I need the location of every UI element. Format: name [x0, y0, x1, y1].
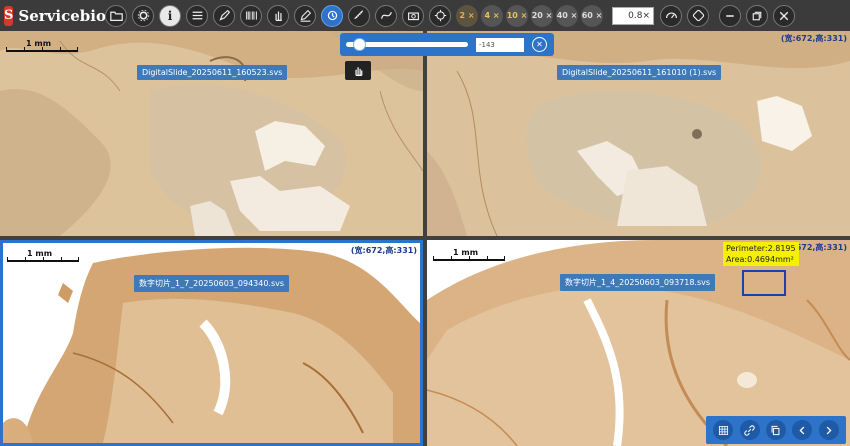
zoom-input[interactable]: 0.8× [612, 6, 654, 25]
curve-icon [380, 11, 392, 19]
slider-handle[interactable] [353, 38, 366, 51]
fit-view-button[interactable] [429, 4, 451, 27]
viewport-dimensions: (宽:672,高:331) [350, 246, 417, 255]
slide-viewport-3[interactable]: 1 mm (宽:672,高:331) 数字切片_1_7_20250603_094… [0, 240, 423, 446]
restore-icon [752, 11, 762, 20]
rotate-icon [327, 10, 337, 21]
mag-10x-button[interactable]: 10 × [506, 4, 528, 27]
measurement-readout: Perimeter:2.8195 Area:0.4694mm² [723, 242, 799, 266]
slide-viewport-2[interactable]: (宽:672,高:331) DigitalSlide_20250611_1610… [427, 31, 850, 236]
gear-icon [137, 9, 149, 22]
toolbar: S Servicebio i 2 × 4 × 10 × 20 × 40 × 60… [0, 0, 850, 31]
copy-button[interactable] [765, 420, 786, 440]
mag-40x-button[interactable]: 40 × [556, 4, 578, 27]
slide-viewer-app: S Servicebio i 2 × 4 × 10 × 20 × 40 × 60… [0, 0, 850, 446]
copy-icon [772, 425, 780, 435]
ruler-icon [353, 10, 363, 20]
app-title: Servicebio [18, 6, 105, 25]
close-icon: ✕ [536, 40, 543, 49]
restore-button[interactable] [746, 4, 768, 27]
sync-button[interactable] [660, 4, 682, 27]
logo: S Servicebio [0, 0, 105, 31]
minimize-icon [726, 14, 734, 17]
viewport-dimensions: (宽:672,高:331) [780, 34, 847, 43]
mag-60x-button[interactable]: 60 × [581, 4, 603, 27]
info-icon: i [167, 8, 173, 23]
open-folder-button[interactable] [105, 4, 127, 27]
slide-filename-label: 数字切片_1_4_20250603_093718.svs [560, 274, 716, 291]
pen-icon [300, 9, 311, 22]
close-icon [779, 11, 789, 20]
info-button[interactable]: i [159, 4, 181, 27]
scale-bar: 1 mm [433, 248, 505, 262]
crosshair-icon [434, 9, 446, 22]
gauge-icon [665, 12, 677, 19]
rotate-button[interactable] [321, 4, 343, 27]
slide-filename-label: DigitalSlide_20250611_160523.svs [137, 65, 288, 80]
barcode-button[interactable] [240, 4, 262, 27]
scale-bar: 1 mm [6, 39, 78, 53]
camera-icon [407, 12, 419, 21]
mag-4x-button[interactable]: 4 × [481, 4, 503, 27]
close-slider-button[interactable]: ✕ [532, 37, 547, 52]
tissue-image [427, 31, 850, 236]
area-value: Area:0.4694mm² [726, 255, 794, 264]
link-button[interactable] [739, 420, 760, 440]
list-button[interactable] [186, 4, 208, 27]
rotation-value-input[interactable]: -143 [476, 37, 524, 52]
scale-bar-label: 1 mm [453, 248, 479, 257]
chevron-left-icon [799, 426, 805, 434]
annotate-button[interactable] [213, 4, 235, 27]
list-icon [192, 11, 202, 20]
pencil-icon [218, 9, 230, 21]
next-button[interactable] [818, 420, 839, 440]
mag-2x-button[interactable]: 2 × [456, 4, 478, 27]
curve-button[interactable] [375, 4, 397, 27]
scale-bar-label: 1 mm [26, 39, 52, 48]
rotation-slider-panel: -143 ✕ [340, 33, 554, 56]
cursor-tooltip [345, 61, 371, 80]
grid-icon [718, 425, 728, 435]
scale-bar-label: 1 mm [27, 249, 53, 258]
minimize-button[interactable] [719, 4, 741, 27]
rotation-slider[interactable] [346, 38, 468, 51]
logo-mark: S [4, 5, 14, 26]
folder-icon [109, 11, 123, 21]
grid-layout-button[interactable] [713, 420, 734, 440]
previous-button[interactable] [792, 420, 813, 440]
scale-bar: 1 mm [7, 249, 79, 263]
measure-tape-icon [692, 9, 704, 22]
slide-filename-label: 数字切片_1_7_20250603_094340.svs [134, 275, 290, 292]
slide-filename-label: DigitalSlide_20250611_161010 (1).svs [557, 65, 722, 80]
hand-cursor-icon [354, 67, 362, 76]
chevron-right-icon [826, 426, 832, 434]
link-icon [744, 424, 755, 436]
measurement-rectangle[interactable] [742, 270, 786, 296]
draw-button[interactable] [294, 4, 316, 27]
scale-tool-button[interactable] [687, 4, 709, 27]
bottom-navigation [706, 416, 846, 444]
barcode-icon [245, 11, 257, 20]
hand-icon [274, 11, 282, 21]
mag-20x-button[interactable]: 20 × [531, 4, 553, 27]
perimeter-value: Perimeter:2.8195 [726, 244, 796, 253]
settings-button[interactable] [132, 4, 154, 27]
camera-button[interactable] [402, 4, 424, 27]
close-button[interactable] [773, 4, 795, 27]
hand-tool-button[interactable] [267, 4, 289, 27]
tissue-image [3, 243, 420, 443]
ruler-button[interactable] [348, 4, 370, 27]
